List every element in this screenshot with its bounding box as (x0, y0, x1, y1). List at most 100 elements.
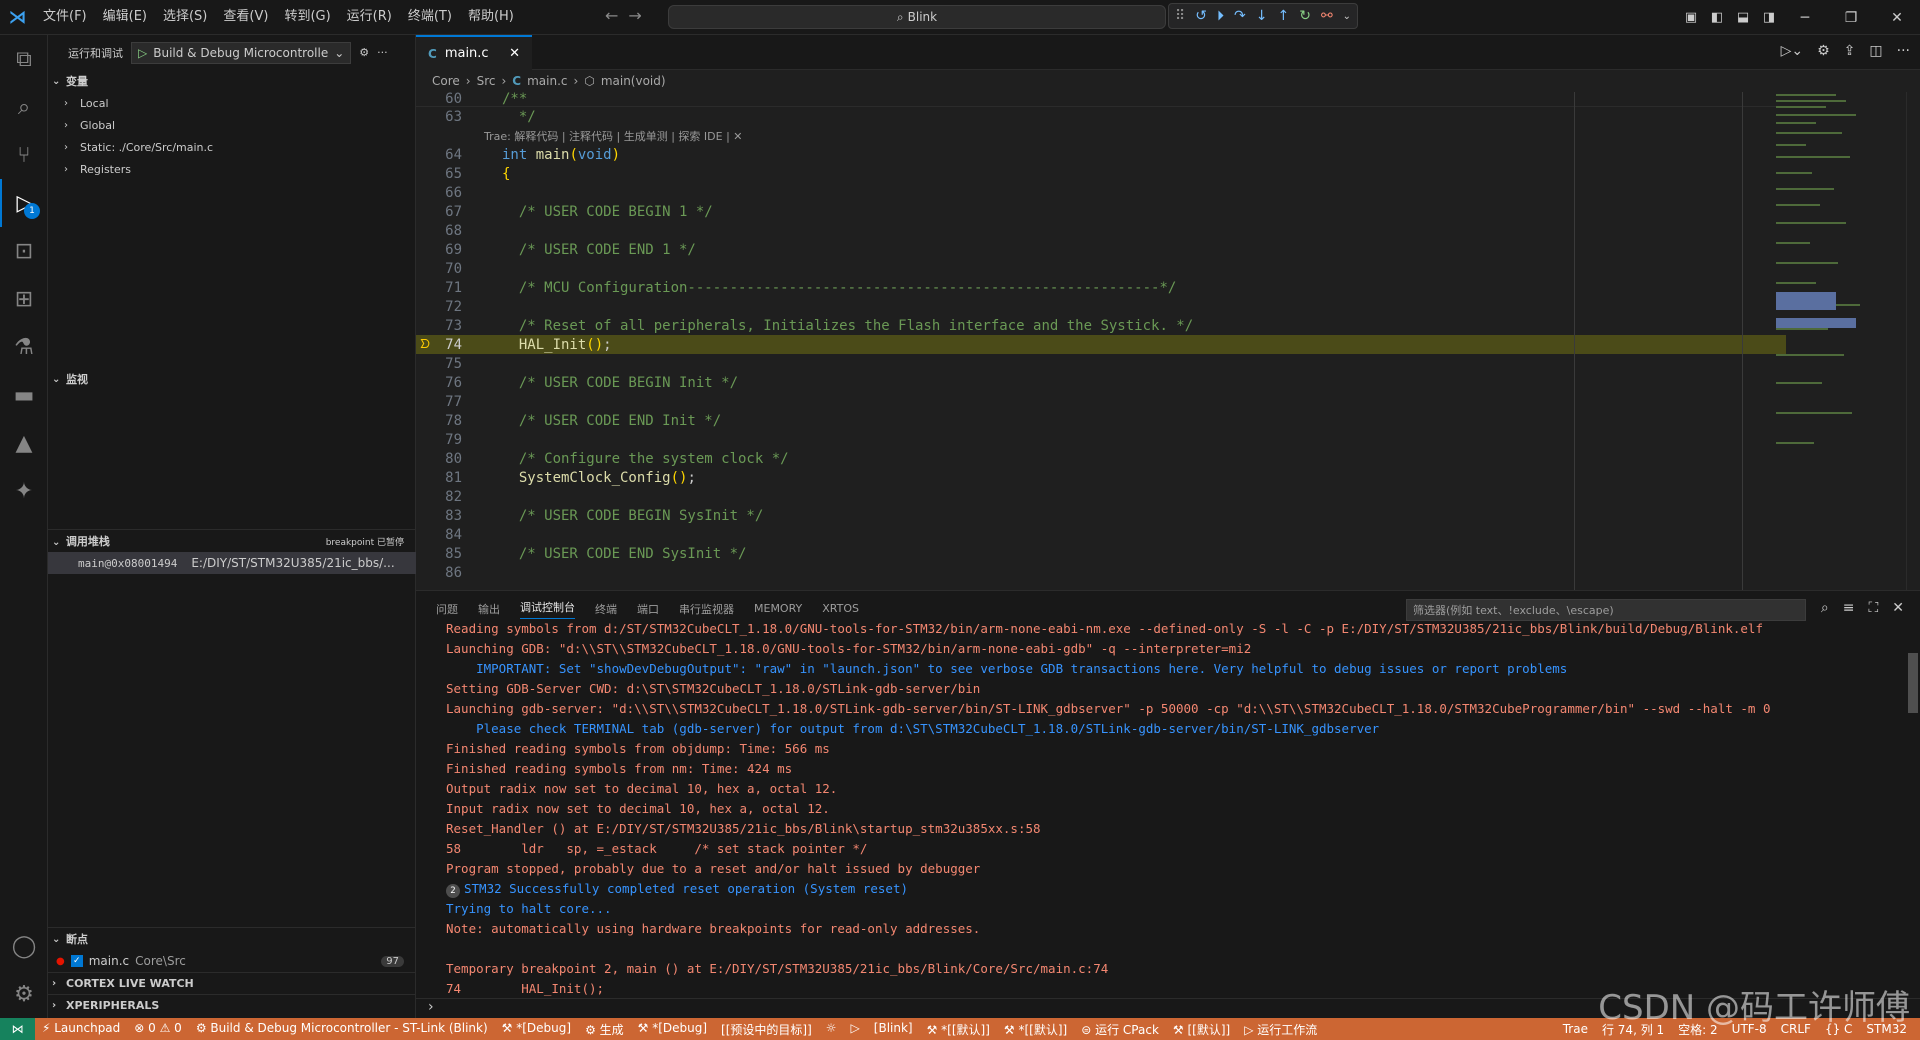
code-line[interactable]: 84 (416, 525, 1786, 544)
status-item[interactable]: ⚒ *[Debug] (495, 1021, 578, 1038)
code-line[interactable]: 78 /* USER CODE END Init */ (416, 411, 1786, 430)
menu-item[interactable]: 转到(G) (276, 5, 338, 29)
status-item[interactable]: Trae (1556, 1022, 1595, 1036)
code-line[interactable]: 80 /* Configure the system clock */ (416, 449, 1786, 468)
breadcrumb-item[interactable]: main.c (527, 74, 567, 88)
watch-section-header[interactable]: ⌄ 监视 (48, 368, 416, 390)
source-control-icon[interactable]: ⑂ (0, 131, 48, 179)
menu-item[interactable]: 查看(V) (215, 5, 276, 29)
clear-console-icon[interactable]: ≡ (1843, 600, 1855, 616)
breadcrumb-item[interactable]: Src (477, 74, 496, 88)
layout-icon[interactable]: ▣ (1678, 10, 1704, 25)
status-item[interactable]: ▷ 运行工作流 (1237, 1021, 1324, 1038)
code-editor[interactable]: 60 /** 63 */Trae: 解释代码 | 注释代码 | 生成单测 | 探… (416, 92, 1786, 590)
upload-icon[interactable]: ⇪ (1844, 43, 1856, 59)
step-into-icon[interactable]: ↓ (1256, 8, 1268, 24)
run-debug-icon[interactable]: ▷ 1 (0, 179, 48, 227)
gear-icon[interactable]: ⚙ (359, 46, 369, 59)
editor-scrollbar[interactable] (1906, 92, 1920, 590)
status-item[interactable]: ▷ (844, 1021, 867, 1038)
cmake-icon[interactable]: ▲ (0, 419, 48, 467)
run-debug-dropdown-icon[interactable]: ▷⌄ (1781, 43, 1804, 59)
more-icon[interactable]: ··· (377, 46, 388, 59)
cortex-live-watch-header[interactable]: › CORTEX LIVE WATCH (48, 972, 416, 994)
step-out-icon[interactable]: ↑ (1277, 8, 1289, 24)
variable-scope-item[interactable]: › Registers (48, 158, 415, 180)
status-item[interactable]: ⚒ *[[默认]] (997, 1021, 1074, 1038)
status-item[interactable]: ⚒ *[[默认]] (920, 1021, 997, 1038)
back-arrow-icon[interactable]: ← (605, 6, 618, 25)
command-center-search[interactable]: ⌕ Blink (668, 5, 1166, 29)
menu-item[interactable]: 运行(R) (339, 5, 400, 29)
toggle-panel-icon[interactable]: ⬓ (1730, 10, 1756, 25)
menu-item[interactable]: 终端(T) (400, 5, 460, 29)
status-item[interactable]: ⚒ [[默认]] (1166, 1021, 1237, 1038)
code-line[interactable]: 81 SystemClock_Config(); (416, 468, 1786, 487)
reset-icon[interactable]: ↺ (1195, 8, 1207, 24)
toggle-secondary-sidebar-icon[interactable]: ◨ (1756, 10, 1782, 25)
settings-gear-icon[interactable]: ⚙ (0, 970, 48, 1018)
minimap[interactable] (1772, 92, 1864, 472)
maximize-panel-icon[interactable]: ⛶ (1868, 600, 1878, 616)
testing-icon[interactable]: ⚗ (0, 323, 48, 371)
menu-item[interactable]: 选择(S) (155, 5, 215, 29)
code-line[interactable]: 64 int main(void) (416, 145, 1786, 164)
code-line[interactable]: 75 (416, 354, 1786, 373)
explorer-icon[interactable]: ⧉ (0, 35, 48, 83)
remote-indicator-icon[interactable]: ⋈ (0, 1018, 35, 1040)
code-line[interactable]: 66 (416, 183, 1786, 202)
variable-scope-item[interactable]: › Global (48, 114, 415, 136)
menu-item[interactable]: 帮助(H) (460, 5, 522, 29)
panel-tab[interactable]: 串行监视器 (679, 601, 734, 617)
codelens-actions[interactable]: Trae: 解释代码 | 注释代码 | 生成单测 | 探索 IDE | ✕ (416, 126, 1786, 145)
status-item[interactable]: ⚙ Build & Debug Microcontroller - ST-Lin… (189, 1021, 495, 1038)
more-icon[interactable]: ··· (1897, 43, 1910, 59)
code-line[interactable]: 68 (416, 221, 1786, 240)
code-line[interactable]: 82 (416, 487, 1786, 506)
variable-scope-item[interactable]: › Static: ./Core/Src/main.c (48, 136, 415, 158)
callstack-section-header[interactable]: ⌄ 调用堆栈 breakpoint 已暂停 (48, 530, 416, 552)
code-line[interactable]: 83 /* USER CODE BEGIN SysInit */ (416, 506, 1786, 525)
status-item[interactable]: ☼ (819, 1021, 844, 1038)
status-item[interactable]: ⊜ 运行 CPack (1074, 1021, 1166, 1038)
variable-scope-item[interactable]: › Local (48, 92, 415, 114)
panel-tab[interactable]: 终端 (595, 601, 617, 617)
console-filter-input[interactable]: 筛选器(例如 text、!exclude、\escape) (1406, 599, 1806, 621)
code-line[interactable]: 65 { (416, 164, 1786, 183)
chevron-down-icon[interactable]: ⌄ (1343, 11, 1351, 22)
menu-item[interactable]: 文件(F) (35, 5, 95, 29)
search-icon[interactable]: ⌕ (1821, 600, 1829, 616)
launch-config-select[interactable]: ▷ Build & Debug Microcontrolle ⌄ (131, 41, 352, 64)
restore-icon[interactable]: ❐ (1828, 10, 1874, 26)
status-item[interactable]: [Blink] (867, 1021, 920, 1038)
breakpoint-checkbox[interactable]: ✓ (70, 955, 83, 967)
panel-tab[interactable]: 调试控制台 (520, 599, 575, 619)
close-panel-icon[interactable]: ✕ (1892, 600, 1904, 616)
extensions-icon[interactable]: ⊞ (0, 275, 48, 323)
code-line[interactable]: 69 /* USER CODE END 1 */ (416, 240, 1786, 259)
close-icon[interactable]: ✕ (1874, 10, 1920, 26)
code-line[interactable]: 77 (416, 392, 1786, 411)
panel-tab[interactable]: 端口 (637, 601, 659, 617)
close-icon[interactable]: ✕ (509, 46, 520, 61)
tab-main-c[interactable]: C main.c ✕ (416, 35, 532, 70)
code-line[interactable]: 70 (416, 259, 1786, 278)
console-scrollbar[interactable] (1908, 653, 1918, 713)
code-line[interactable]: 63 */ (416, 107, 1786, 126)
disconnect-icon[interactable]: ⚯ (1321, 8, 1333, 24)
variables-section-header[interactable]: ⌄ 变量 (48, 70, 415, 92)
panel-tab[interactable]: XRTOS (822, 602, 859, 615)
status-item[interactable]: [[预设中的目标]] (714, 1021, 819, 1038)
search-icon[interactable]: ⌕ (0, 83, 48, 131)
status-item[interactable]: ⚡ Launchpad (35, 1021, 127, 1038)
split-editor-icon[interactable]: ◫ (1869, 43, 1882, 59)
restart-icon[interactable]: ↻ (1299, 8, 1311, 24)
code-line[interactable]: 86 (416, 563, 1786, 582)
code-line[interactable]: 72 (416, 297, 1786, 316)
panel-tab[interactable]: 输出 (478, 601, 500, 617)
breadcrumb-item[interactable]: main(void) (601, 74, 666, 88)
menu-item[interactable]: 编辑(E) (95, 5, 155, 29)
status-item[interactable]: ⚒ *[Debug] (631, 1021, 714, 1038)
code-line[interactable]: 85 /* USER CODE END SysInit */ (416, 544, 1786, 563)
breakpoints-section-header[interactable]: ⌄ 断点 (48, 928, 416, 950)
